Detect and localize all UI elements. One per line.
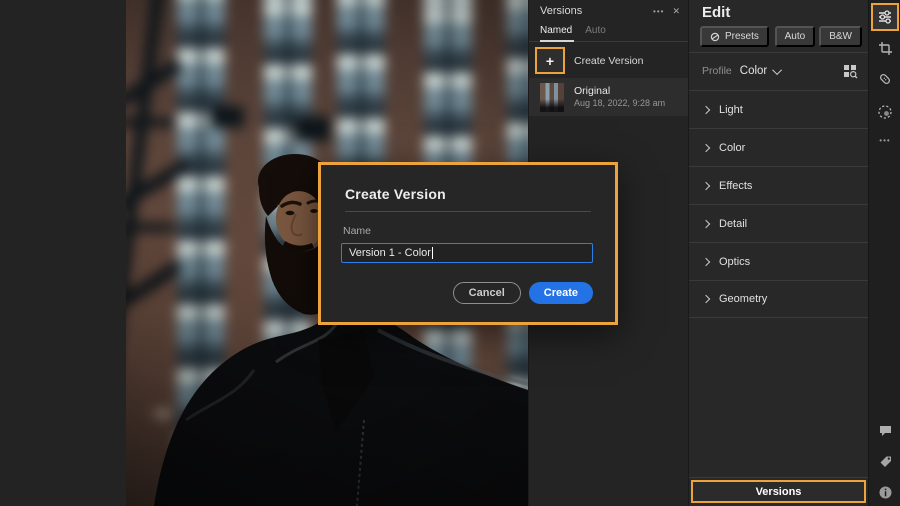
edit-sections: Light Color Effects Detail Optics Geomet… [689,90,868,318]
dialog-buttons: Cancel Create [452,282,593,304]
divider [689,52,868,53]
bw-button[interactable]: B&W [819,26,862,47]
edit-panel: Edit Presets Auto B&W Profile Color Ligh… [688,0,868,506]
crop-icon[interactable] [878,41,893,56]
versions-tabs: Named Auto [529,22,688,42]
auto-button-label: Auto [784,31,806,42]
create-version-row: + Create Version [535,47,688,74]
edit-tool-highlight-box [871,3,899,31]
tool-slot [869,70,900,88]
panel-close-icon[interactable]: ✕ [672,6,680,17]
edit-sliders-icon[interactable] [877,9,893,25]
versions-button-highlight-box: Versions [691,480,866,503]
panel-menu-icon[interactable]: ••• [653,7,664,16]
lightroom-app: Versions ••• ✕ Named Auto + Create Versi… [0,0,900,506]
create-version-label[interactable]: Create Version [574,55,643,67]
section-color[interactable]: Color [689,128,868,166]
divider [689,477,868,478]
dialog-title: Create Version [345,186,446,202]
versions-panel-title: Versions [540,5,583,17]
tool-slot: ••• [869,133,900,147]
left-background-strip [0,0,126,506]
version-list-item[interactable]: Original Aug 18, 2022, 9:28 am [529,78,688,116]
version-name-input[interactable]: Version 1 - Color [341,243,593,263]
section-label: Optics [719,255,751,268]
presets-button-label: Presets [725,31,759,42]
profile-row: Profile Color [702,58,858,84]
info-icon[interactable] [878,485,893,500]
comment-icon[interactable] [878,423,893,438]
tab-auto[interactable]: Auto [585,25,606,41]
tool-slot [869,103,900,121]
presets-button[interactable]: Presets [700,26,769,47]
browse-profiles-icon[interactable] [843,64,858,79]
masking-icon[interactable] [877,104,893,120]
text-cursor [431,247,433,259]
more-tools-icon[interactable]: ••• [879,136,890,145]
chevron-right-icon [701,105,711,114]
dialog-divider [345,211,591,212]
versions-button[interactable]: Versions [756,486,802,498]
version-date: Aug 18, 2022, 9:28 am [574,98,666,108]
version-name: Original [574,85,611,97]
section-label: Light [719,103,743,116]
section-effects[interactable]: Effects [689,166,868,204]
chevron-right-icon [701,257,711,266]
version-thumbnail [540,82,564,112]
chevron-right-icon [701,294,711,304]
cancel-button[interactable]: Cancel [452,282,521,304]
create-version-dialog: Create Version Name Version 1 - Color Ca… [318,162,618,325]
tool-slot [869,452,900,470]
keyword-tag-icon[interactable] [878,454,893,469]
chevron-right-icon [701,219,711,228]
create-version-highlight-box: + [535,47,565,74]
section-label: Geometry [719,293,768,305]
profile-label: Profile [702,65,732,77]
auto-button[interactable]: Auto [774,26,816,47]
tool-slot [869,483,900,501]
section-optics[interactable]: Optics [689,242,868,280]
tab-named[interactable]: Named [540,25,575,42]
bw-button-label: B&W [829,31,852,42]
plus-icon[interactable]: + [546,54,554,68]
name-field-label: Name [343,225,372,237]
profile-value-dropdown[interactable]: Color [740,65,767,77]
presets-icon [710,32,720,41]
chevron-right-icon [701,143,711,152]
version-name-value: Version 1 - Color [349,247,431,259]
section-label: Color [719,141,746,154]
chevron-right-icon [701,181,711,190]
edit-panel-toolbar: Presets Auto B&W [700,26,862,47]
version-item-text: Original Aug 18, 2022, 9:28 am [574,85,665,109]
section-label: Detail [719,217,748,230]
versions-panel-header: Versions ••• ✕ [529,0,688,22]
healing-brush-icon[interactable] [877,71,893,87]
edit-panel-title: Edit [702,4,731,21]
section-detail[interactable]: Detail [689,204,868,242]
tool-slot [869,39,900,57]
create-button[interactable]: Create [528,282,593,304]
chevron-down-icon[interactable] [772,64,783,75]
section-geometry[interactable]: Geometry [689,280,868,318]
section-light[interactable]: Light [689,90,868,128]
right-tool-rail: ••• [868,0,900,506]
section-label: Effects [719,179,753,192]
tool-slot [869,421,900,439]
